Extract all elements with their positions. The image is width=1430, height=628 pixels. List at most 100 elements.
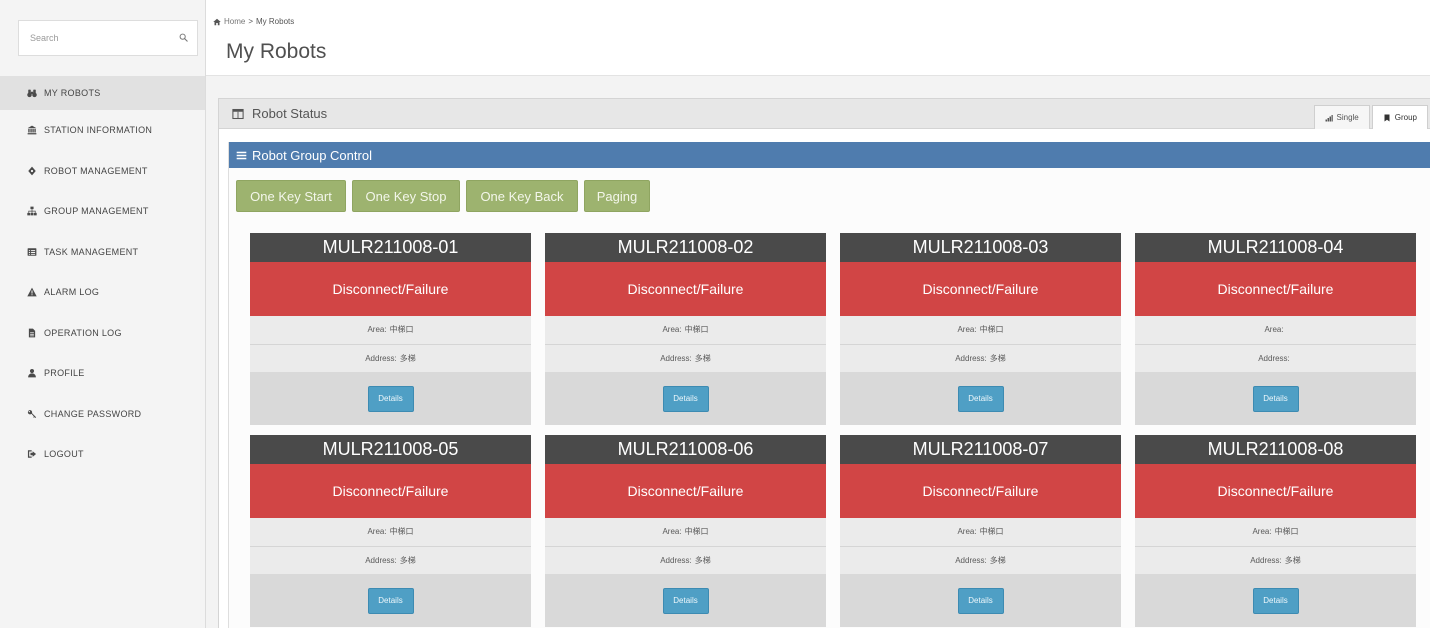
sidebar-item-label: ALARM LOG — [44, 287, 100, 297]
details-button[interactable]: Details — [662, 385, 709, 412]
robot-card-actions: Details — [250, 574, 531, 627]
robot-card-actions: Details — [1135, 372, 1416, 425]
sidebar-item-profile[interactable]: PROFILE — [0, 356, 205, 390]
robot-name: MULR211008-05 — [250, 435, 531, 464]
address-label: Address: — [1250, 556, 1282, 565]
sidebar-item-my-robots[interactable]: MY ROBOTS — [0, 76, 205, 110]
area-value: 中梯口 — [1274, 527, 1299, 536]
bars-icon — [236, 150, 247, 161]
area-label: Area: — [957, 325, 977, 334]
sidebar-item-label: CHANGE PASSWORD — [44, 408, 142, 419]
robot-area-row: Area: 中梯口 — [840, 316, 1121, 345]
details-button[interactable]: Details — [367, 587, 414, 614]
area-label: Area: — [367, 527, 387, 536]
robot-card: MULR211008-07 Disconnect/Failure Area: 中梯口 A… — [840, 435, 1121, 627]
sidebar-item-group-management[interactable]: GROUP MANAGEMENT — [0, 194, 205, 228]
sidebar-item-alarm-log[interactable]: ALARM LOG — [0, 275, 205, 309]
details-button[interactable]: Details — [1252, 385, 1299, 412]
breadcrumb-home[interactable]: Home — [224, 17, 245, 26]
area-label: Area: — [957, 527, 977, 536]
address-label: Address: — [955, 354, 987, 363]
search-input[interactable] — [19, 21, 169, 55]
robot-card: MULR211008-04 Disconnect/Failure Area: Addr… — [1135, 233, 1416, 425]
robot-card-actions: Details — [1135, 574, 1416, 627]
robot-card-actions: Details — [840, 574, 1121, 627]
robot-address-row: Address: 多梯 — [250, 345, 531, 372]
robot-area-row: Area: 中梯口 — [840, 518, 1121, 547]
home-icon[interactable] — [213, 18, 221, 26]
sidebar-item-robot-management[interactable]: ROBOT MANAGEMENT — [0, 154, 205, 188]
tab-single[interactable]: Single — [1313, 105, 1370, 129]
address-label: Address: — [660, 556, 692, 565]
robot-card-actions: Details — [545, 372, 826, 425]
address-value: 多梯 — [989, 354, 1006, 363]
robot-address-row: Address: 多梯 — [545, 345, 826, 372]
area-value: 中梯口 — [389, 325, 414, 334]
robot-card: MULR211008-08 Disconnect/Failure Area: 中梯口 A… — [1135, 435, 1416, 627]
sidebar-item-change-password[interactable]: CHANGE PASSWORD — [0, 397, 205, 431]
one-key-back-button[interactable]: One Key Back — [466, 180, 578, 212]
details-button[interactable]: Details — [957, 587, 1004, 614]
area-value: 中梯口 — [684, 527, 709, 536]
group-control-title: Robot Group Control — [252, 147, 372, 163]
address-value: 多梯 — [399, 354, 416, 363]
area-value: 中梯口 — [389, 527, 414, 536]
sidebar-item-task-management[interactable]: TASK MANAGEMENT — [0, 235, 205, 269]
table-icon — [232, 108, 244, 120]
sidebar: MY ROBOTS STATION INFORMATION ROBOT MANAGE… — [0, 0, 206, 628]
sidebar-item-label: STATION INFORMATION — [44, 125, 153, 135]
robot-name: MULR211008-03 — [840, 233, 1121, 262]
address-label: Address: — [365, 354, 397, 363]
robot-status-badge: Disconnect/Failure — [250, 262, 531, 316]
robot-address-row: Address: 多梯 — [1135, 547, 1416, 574]
address-label: Address: — [660, 354, 692, 363]
robot-address-row: Address: 多梯 — [250, 547, 531, 574]
robot-area-row: Area: 中梯口 — [250, 316, 531, 345]
robot-status-badge: Disconnect/Failure — [840, 464, 1121, 518]
address-label: Address: — [365, 556, 397, 565]
robot-area-row: Area: 中梯口 — [545, 518, 826, 547]
binoculars-icon — [27, 88, 37, 98]
address-value: 多梯 — [399, 556, 416, 565]
area-value: 中梯口 — [979, 325, 1004, 334]
details-button[interactable]: Details — [662, 587, 709, 614]
details-button[interactable]: Details — [1252, 587, 1299, 614]
user-icon — [27, 368, 37, 378]
area-label: Area: — [662, 527, 682, 536]
paging-button[interactable]: Paging — [584, 180, 650, 212]
sidebar-menu: MY ROBOTS STATION INFORMATION ROBOT MANAGE… — [0, 76, 205, 478]
robot-address-row: Address: 多梯 — [545, 547, 826, 574]
sidebar-item-logout[interactable]: LOGOUT — [0, 437, 205, 471]
search-icon[interactable] — [179, 33, 188, 42]
robot-name: MULR211008-06 — [545, 435, 826, 464]
sidebar-item-label: MY ROBOTS — [44, 88, 101, 98]
robot-card-actions: Details — [840, 372, 1121, 425]
robot-card: MULR211008-05 Disconnect/Failure Area: 中梯口 A… — [250, 435, 531, 627]
diamond-icon — [27, 166, 37, 176]
robot-group-control-panel: Robot Group Control One Key Start One Ke… — [228, 142, 1430, 628]
sidebar-item-label: TASK MANAGEMENT — [44, 246, 139, 257]
group-control-toolbar: One Key Start One Key Stop One Key Back … — [236, 180, 650, 212]
robot-card: MULR211008-02 Disconnect/Failure Area: 中梯口 A… — [545, 233, 826, 425]
area-value: 中梯口 — [684, 325, 709, 334]
sidebar-item-station-information[interactable]: STATION INFORMATION — [0, 113, 205, 147]
key-icon — [27, 409, 37, 419]
main-content: Robot Status Single Group Robot Group Co… — [206, 76, 1430, 628]
breadcrumb-current: My Robots — [256, 17, 295, 26]
robot-name: MULR211008-08 — [1135, 435, 1416, 464]
details-button[interactable]: Details — [367, 385, 414, 412]
breadcrumb-separator: > — [248, 17, 254, 26]
tab-group-label: Group — [1394, 113, 1417, 122]
one-key-start-button[interactable]: One Key Start — [236, 180, 346, 212]
robot-status-badge: Disconnect/Failure — [1135, 262, 1416, 316]
sidebar-item-operation-log[interactable]: OPERATION LOG — [0, 316, 205, 350]
warning-icon — [27, 287, 37, 297]
details-button[interactable]: Details — [957, 385, 1004, 412]
one-key-stop-button[interactable]: One Key Stop — [352, 180, 460, 212]
address-label: Address: — [1258, 354, 1290, 363]
area-value: 中梯口 — [979, 527, 1004, 536]
view-tabs: Single Group — [1312, 105, 1428, 129]
area-label: Area: — [1264, 325, 1284, 334]
address-value: 多梯 — [1284, 556, 1301, 565]
tab-group[interactable]: Group — [1371, 105, 1428, 129]
